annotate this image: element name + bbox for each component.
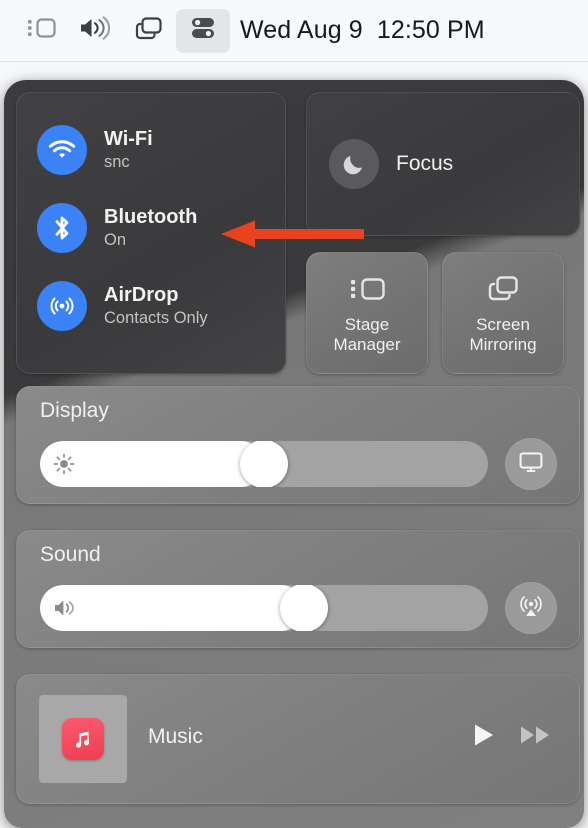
tile-label-line2: Mirroring [469,334,537,354]
moon-icon [329,139,379,189]
sound-slider-fill [40,585,304,631]
bluetooth-title: Bluetooth [104,205,198,228]
display-slider-knob[interactable] [240,441,288,487]
control-center-icon [188,15,218,46]
stage-manager-icon [348,272,386,306]
bluetooth-icon[interactable] [37,203,87,253]
tile-stage-manager-label: Stage Manager [333,315,400,354]
sound-card: Sound [16,530,580,648]
menubar-stage-manager-button[interactable] [14,9,68,53]
tile-label-line2: Manager [333,334,401,354]
stage-manager-icon [26,15,56,46]
airplay-audio-icon [517,592,545,625]
display-card: Display [16,386,580,504]
display-title: Display [40,399,109,422]
monitor-icon [518,450,544,479]
menubar-control-center-button[interactable] [176,8,230,53]
connectivity-row-bluetooth[interactable]: Bluetooth On [37,189,285,267]
tile-label-line1: Stage [344,314,390,334]
sound-volume-slider[interactable] [40,585,488,631]
apple-music-icon [62,718,104,760]
wifi-title: Wi-Fi [104,127,153,150]
menubar-screen-mirroring-button[interactable] [122,9,176,53]
music-card: Music [16,674,580,804]
tile-stage-manager[interactable]: Stage Manager [306,252,428,374]
tile-screen-mirroring-label: Screen Mirroring [469,315,536,354]
airdrop-status: Contacts Only [104,308,208,327]
tile-screen-mirroring[interactable]: Screen Mirroring [442,252,564,374]
tile-label-line1: Screen [476,314,530,334]
control-center-panel: Wi-Fi snc Bluetooth On AirDrop Contacts … [4,80,584,828]
speaker-icon [53,597,79,619]
menubar-clock[interactable]: Wed Aug 9 12:50 PM [240,16,485,45]
connectivity-card: Wi-Fi snc Bluetooth On AirDrop Contacts … [16,92,286,374]
airdrop-title: AirDrop [104,283,179,306]
sound-output-button[interactable] [505,582,557,634]
wifi-status: snc [104,152,130,171]
focus-label: Focus [396,152,454,175]
wifi-icon[interactable] [37,125,87,175]
brightness-icon [53,453,75,475]
focus-card[interactable]: Focus [306,92,580,236]
album-art [39,695,127,783]
menubar-volume-button[interactable] [68,9,122,53]
airdrop-icon[interactable] [37,281,87,331]
fast-forward-icon [519,721,553,754]
play-button[interactable] [471,721,497,754]
connectivity-row-wifi[interactable]: Wi-Fi snc [37,111,285,189]
display-settings-button[interactable] [505,438,557,490]
fast-forward-button[interactable] [519,721,553,754]
connectivity-row-airdrop[interactable]: AirDrop Contacts Only [37,267,285,345]
sound-slider-knob[interactable] [280,585,328,631]
volume-icon [78,15,112,46]
play-icon [471,721,497,754]
bluetooth-status: On [104,230,127,249]
sound-title: Sound [40,543,101,566]
music-title: Music [148,725,203,748]
screen-mirroring-icon [134,15,164,46]
display-brightness-slider[interactable] [40,441,488,487]
music-controls [471,721,553,754]
menu-bar: Wed Aug 9 12:50 PM [0,0,588,62]
screen-mirroring-icon [485,272,521,306]
